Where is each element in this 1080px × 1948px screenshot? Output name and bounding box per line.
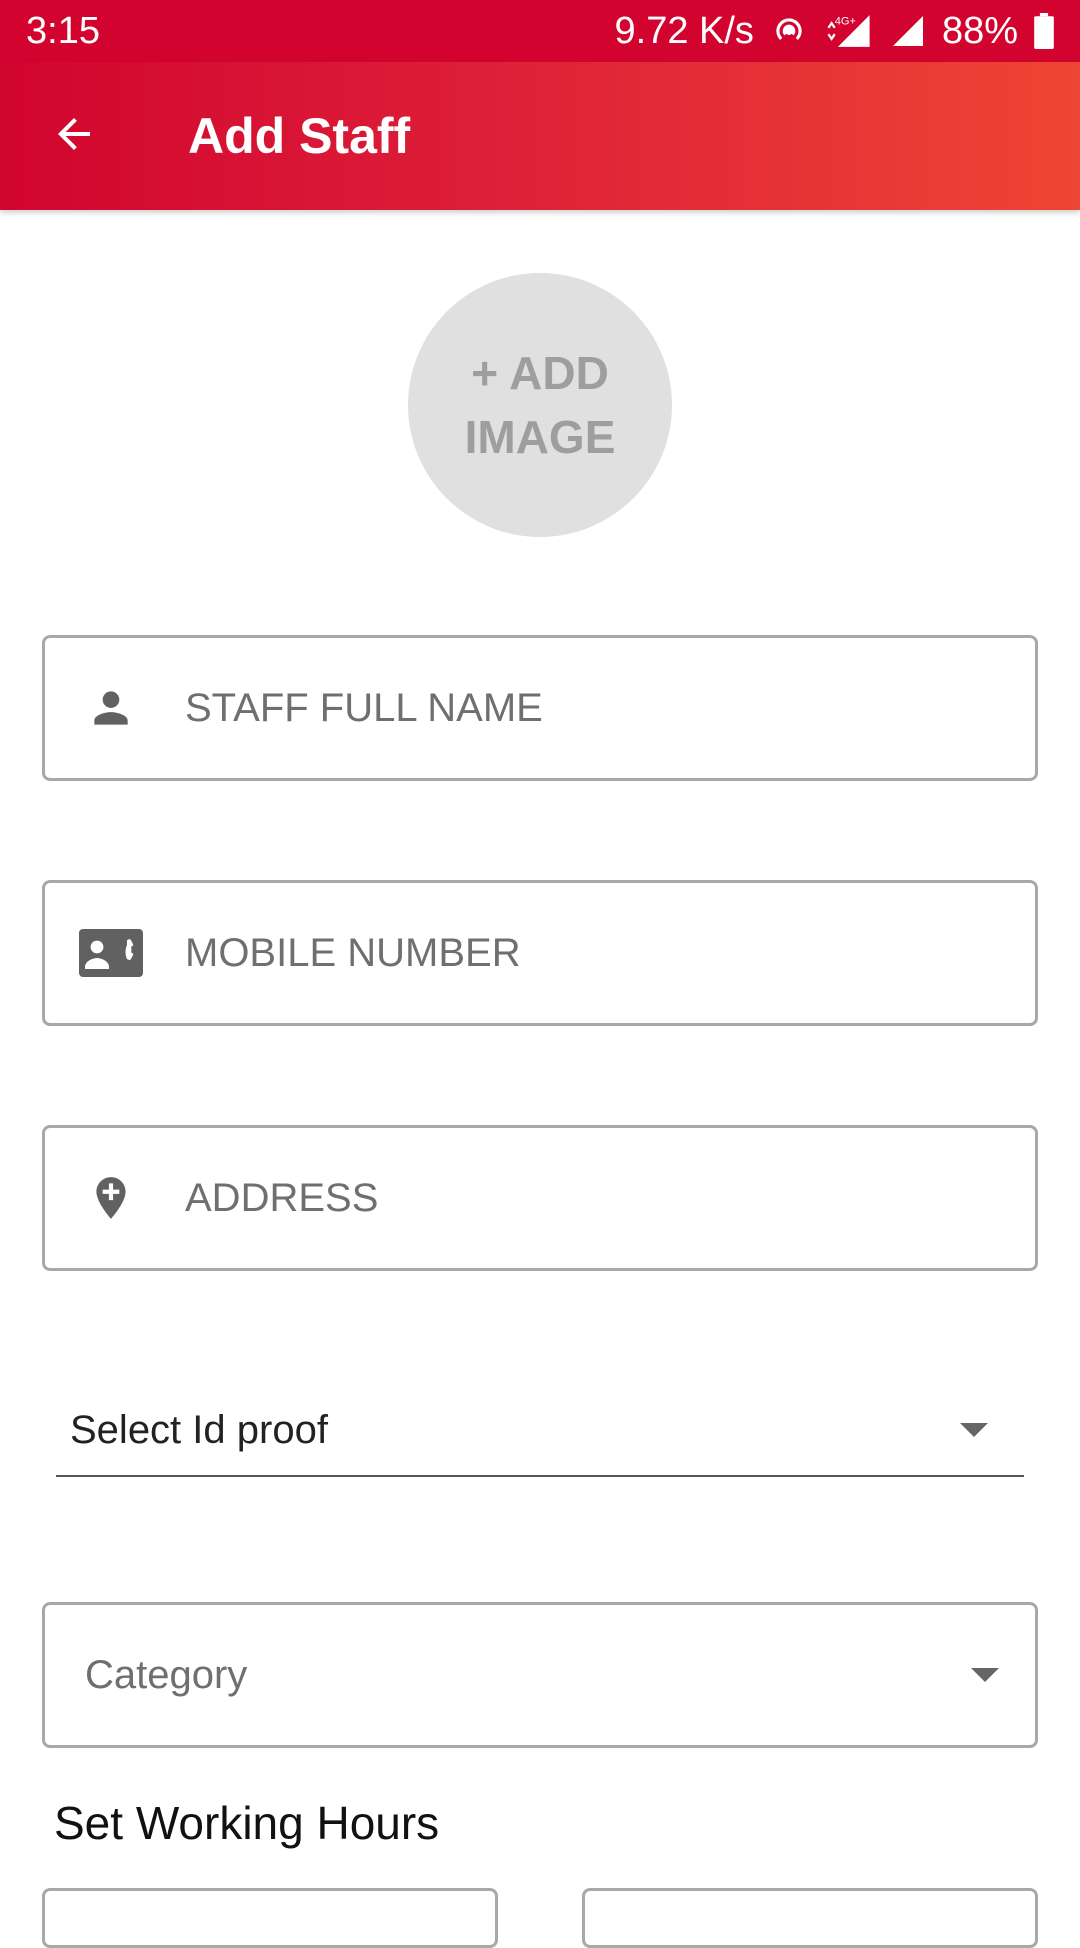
network-speed: 9.72 K/s [614,9,754,52]
start-time-field[interactable] [42,1888,498,1948]
id-proof-label: Select Id proof [70,1407,328,1452]
arrow-back-icon [50,110,98,163]
id-proof-dropdown[interactable]: Select Id proof [56,1385,1024,1477]
hotspot-icon [770,12,808,50]
add-location-icon [79,1166,143,1230]
staff-name-input[interactable] [183,684,967,732]
status-right: 9.72 K/s 4G+ 88% [615,10,1054,53]
end-time-field[interactable] [582,1888,1038,1948]
address-field[interactable] [42,1125,1038,1271]
dropdown-arrow-icon [960,1423,988,1437]
dropdown-arrow-icon [971,1668,999,1682]
mobile-number-field[interactable] [42,880,1038,1026]
svg-text:4G+: 4G+ [835,16,856,28]
add-image-label-line1: + ADD [471,347,609,399]
category-label: Category [85,1652,248,1697]
working-hours-title: Set Working Hours [54,1797,440,1849]
battery-icon [1034,13,1054,49]
page-title: Add Staff [188,108,411,164]
back-button[interactable] [38,100,110,172]
add-image-button[interactable]: + ADD IMAGE [408,273,672,537]
person-icon [79,676,143,740]
status-bar: 3:15 9.72 K/s 4G+ 88% [0,0,1080,62]
4g-signal-icon: 4G+ [824,12,874,50]
address-input[interactable] [183,1174,967,1222]
add-image-label-line2: IMAGE [464,411,616,463]
staff-name-field[interactable] [42,635,1038,781]
mobile-number-input[interactable] [183,929,967,977]
category-dropdown[interactable]: Category [42,1602,1038,1748]
app-bar: Add Staff [0,62,1080,210]
battery-percent: 88% [941,9,1018,52]
contact-phone-icon [79,921,143,985]
signal-icon [890,13,926,49]
status-time: 3:15 [26,9,100,52]
